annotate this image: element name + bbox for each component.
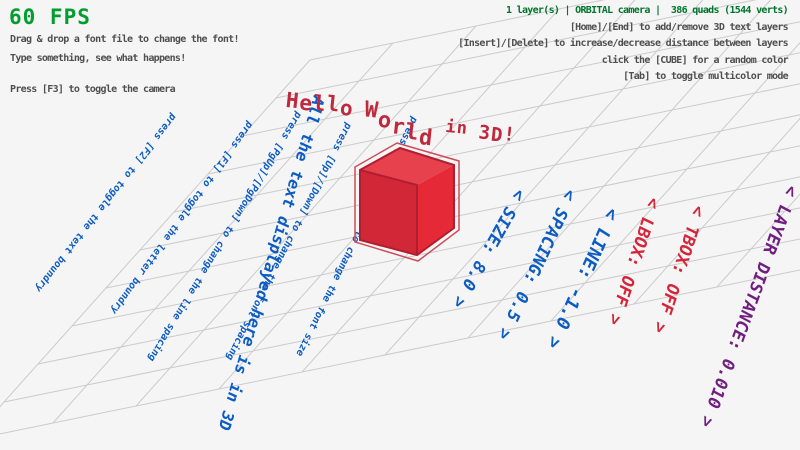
title-letter: o [377, 110, 392, 133]
title-letter: l [404, 122, 419, 145]
title-letter: W [363, 99, 378, 122]
title-letter [468, 113, 480, 130]
title-letter: n [456, 120, 468, 138]
red-cube[interactable] [342, 140, 472, 270]
title-letter: r [390, 116, 405, 139]
fps-counter: 60 FPS [9, 5, 91, 29]
hint-type-something: Type something, see what happens! [10, 53, 186, 64]
title-letter: i [445, 119, 457, 137]
title-letter [353, 101, 365, 118]
hint-drag-drop-font: Drag & drop a font file to change the fo… [10, 34, 239, 45]
title-letter: H [285, 90, 300, 112]
title-letter: l [312, 93, 327, 115]
title-letter [435, 110, 447, 127]
status-line: 1 layer(s) | ORBITAL camera | 386 quads … [458, 5, 788, 16]
hint-layer-distance: [Insert]/[Delete] to increase/decrease d… [458, 38, 788, 49]
title-letter: l [326, 93, 341, 115]
3d-text-demo-viewport[interactable]: press [F2] to toggle the text boundry pr… [0, 0, 800, 450]
hint-layers: [Home]/[End] to add/remove 3D text layer… [458, 22, 788, 33]
hint-multicolor: [Tab] to toggle multicolor mode [458, 71, 788, 82]
title-letter: ! [502, 125, 515, 145]
title-letter: d [418, 127, 433, 150]
title-letter: e [298, 92, 313, 114]
title-letter: D [490, 126, 503, 146]
hint-cube-color: click the [CUBE] for a random color [458, 55, 788, 66]
title-letter: 3 [478, 123, 491, 143]
hint-toggle-camera: Press [F3] to toggle the camera [10, 84, 175, 95]
title-letter: o [339, 98, 354, 120]
